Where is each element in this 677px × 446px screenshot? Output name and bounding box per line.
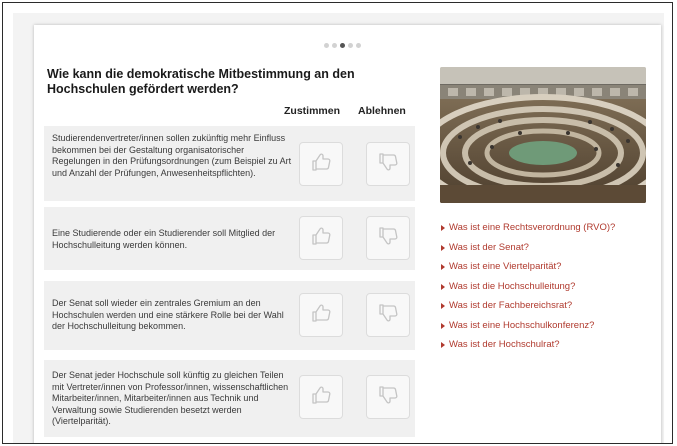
thumbs-up-icon (309, 224, 333, 253)
triangle-right-icon (441, 244, 445, 251)
carousel-dot[interactable] (356, 43, 361, 48)
carousel-dot[interactable] (348, 43, 353, 48)
statement-row: Der Senat soll wieder ein zentrales Grem… (44, 281, 415, 350)
reject-column-header: Ablehnen (358, 105, 406, 117)
thumbs-down-icon (376, 383, 400, 412)
agree-button[interactable] (299, 293, 343, 337)
statement-row: Der Senat jeder Hochschule soll künftig … (44, 360, 415, 437)
reject-button[interactable] (366, 142, 410, 186)
thumbs-down-icon (376, 150, 400, 179)
info-links-list: Was ist eine Rechtsverordnung (RVO)? Was… (441, 221, 615, 358)
statement-row (44, 443, 415, 444)
question-title: Wie kann die demokratische Mitbestimmung… (47, 67, 355, 96)
statement-text: Der Senat soll wieder ein zentrales Grem… (52, 298, 284, 332)
reject-button[interactable] (366, 216, 410, 260)
info-link[interactable]: Was ist eine Viertelparität? (441, 260, 615, 280)
reject-button[interactable] (366, 375, 410, 419)
thumbs-down-icon (376, 301, 400, 330)
triangle-right-icon (441, 264, 445, 270)
carousel-dot[interactable] (324, 43, 329, 48)
agree-column-header: Zustimmen (284, 105, 341, 117)
agree-button[interactable] (299, 142, 343, 186)
triangle-right-icon (441, 283, 445, 290)
statement-text: Studierendenvertreter/innen sollen zukün… (52, 133, 292, 178)
info-link[interactable]: Was ist die Hochschulleitung? (441, 280, 615, 300)
triangle-right-icon (441, 225, 445, 231)
agree-button[interactable] (299, 216, 343, 260)
statement-text: Der Senat jeder Hochschule soll künftig … (52, 370, 289, 427)
thumbs-down-icon (376, 224, 400, 253)
carousel-dot[interactable] (332, 43, 337, 48)
triangle-right-icon (441, 342, 445, 348)
statement-text: Eine Studierende oder ein Studierender s… (52, 228, 276, 250)
thumbs-up-icon (309, 150, 333, 179)
survey-card: Wie kann die demokratische Mitbestimmung… (34, 25, 661, 444)
statement-row: Eine Studierende oder ein Studierender s… (44, 207, 415, 270)
thumbs-up-icon (309, 301, 333, 330)
agree-button[interactable] (299, 375, 343, 419)
triangle-right-icon (441, 322, 445, 329)
carousel-dot-active[interactable] (340, 43, 345, 48)
info-link[interactable]: Was ist der Fachbereichsrat? (441, 299, 615, 319)
reject-button[interactable] (366, 293, 410, 337)
carousel-dots[interactable] (324, 43, 361, 48)
statement-row: Studierendenvertreter/innen sollen zukün… (44, 126, 415, 201)
triangle-right-icon (441, 303, 445, 309)
info-link[interactable]: Was ist eine Rechtsverordnung (RVO)? (441, 221, 615, 241)
info-link[interactable]: Was ist eine Hochschulkonferenz? (441, 319, 615, 339)
window-frame: Wie kann die demokratische Mitbestimmung… (2, 2, 673, 444)
info-link[interactable]: Was ist der Senat? (441, 241, 615, 261)
thumbs-up-icon (309, 383, 333, 412)
info-link[interactable]: Was ist der Hochschulrat? (441, 338, 615, 358)
plenary-hall-photo (440, 67, 646, 203)
